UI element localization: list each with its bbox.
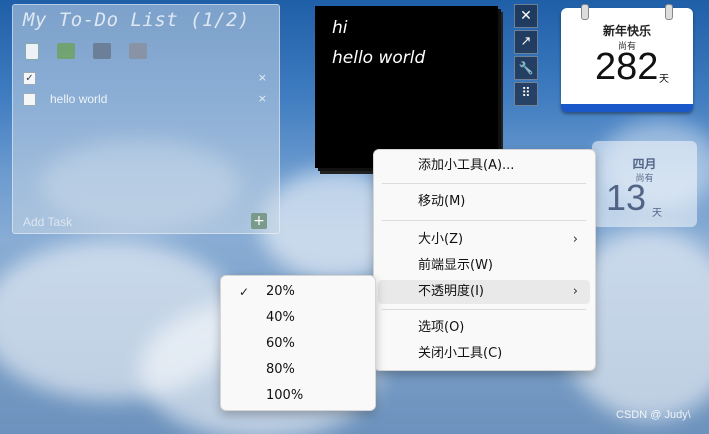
chevron-right-icon: › xyxy=(572,232,578,247)
watermark-text: CSDN @ Judy\ xyxy=(616,409,691,421)
desktop-background: My To-Do List (1/2) ✓ hi × hello world ×… xyxy=(0,0,709,434)
menu-item-add-gadget[interactable]: 添加小工具(A)... xyxy=(378,154,590,178)
note-line: hello world xyxy=(332,48,426,68)
menu-separator xyxy=(382,183,586,184)
note-line: hi xyxy=(332,18,348,38)
task-row[interactable]: ✓ hi × xyxy=(23,69,269,87)
task-checkbox[interactable] xyxy=(23,92,36,106)
open-icon[interactable] xyxy=(57,43,75,59)
opacity-label: 80% xyxy=(266,362,295,377)
task-label: hello world xyxy=(50,92,108,106)
opacity-option-80[interactable]: 80% xyxy=(225,358,370,382)
drag-grip-icon[interactable]: ⠿ xyxy=(514,82,538,106)
menu-item-label: 大小(Z) xyxy=(418,232,464,247)
menu-item-label: 添加小工具(A)... xyxy=(418,158,515,173)
calendar-unit: 天 xyxy=(659,74,669,85)
delete-task-icon[interactable]: × xyxy=(258,92,267,105)
menu-separator xyxy=(382,309,586,310)
save-icon[interactable] xyxy=(93,43,111,59)
task-checkbox[interactable]: ✓ xyxy=(23,71,36,85)
checkmark-icon: ✓ xyxy=(239,285,250,299)
menu-item-label: 不透明度(I) xyxy=(418,284,484,299)
calendar-days: 282 xyxy=(595,46,659,88)
calendar-ring xyxy=(665,4,673,20)
opacity-option-20[interactable]: ✓ 20% xyxy=(225,280,370,304)
todo-toolbar xyxy=(25,43,147,60)
calendar-title: 四月 xyxy=(632,157,657,171)
menu-item-opacity[interactable]: 不透明度(I) › xyxy=(378,280,590,304)
add-task-button[interactable]: + xyxy=(251,213,267,229)
close-icon[interactable]: ✕ xyxy=(514,4,538,28)
menu-item-size[interactable]: 大小(Z) › xyxy=(378,228,590,252)
menu-item-options[interactable]: 选项(O) xyxy=(378,316,590,340)
countdown-calendar-faded[interactable]: 四月 尚有 13 天 xyxy=(592,141,697,227)
todo-gadget: My To-Do List (1/2) ✓ hi × hello world ×… xyxy=(12,4,280,234)
menu-item-move[interactable]: 移动(M) xyxy=(378,190,590,214)
countdown-calendar[interactable]: 新年快乐 尚有 282 天 xyxy=(561,4,693,112)
print-icon[interactable] xyxy=(129,43,147,59)
calendar-days: 13 xyxy=(606,177,647,218)
menu-item-close-gadget[interactable]: 关闭小工具(C) xyxy=(378,342,590,366)
todo-title: My To-Do List (1/2) xyxy=(23,9,250,31)
opacity-label: 100% xyxy=(266,388,304,403)
calendar-title: 新年快乐 xyxy=(602,24,651,38)
menu-item-label: 选项(O) xyxy=(418,320,465,335)
sticky-note[interactable]: hi hello world xyxy=(315,6,498,168)
chevron-right-icon: › xyxy=(572,284,578,299)
calendar-ring xyxy=(581,4,589,20)
new-icon[interactable] xyxy=(25,43,39,60)
gadget-context-menu: 添加小工具(A)... 移动(M) 大小(Z) › 前端显示(W) 不透明度(I… xyxy=(373,149,596,371)
menu-separator xyxy=(382,220,586,221)
opacity-label: 40% xyxy=(266,310,295,325)
menu-item-label: 前端显示(W) xyxy=(418,258,493,273)
calendar-unit: 天 xyxy=(652,208,662,219)
menu-item-always-on-top[interactable]: 前端显示(W) xyxy=(378,254,590,278)
opacity-option-40[interactable]: 40% xyxy=(225,306,370,330)
add-task-label[interactable]: Add Task xyxy=(23,215,72,229)
open-external-icon[interactable]: ↗ xyxy=(514,30,538,54)
task-row[interactable]: hello world × xyxy=(23,90,269,108)
opacity-submenu: ✓ 20% 40% 60% 80% 100% xyxy=(220,275,376,411)
menu-item-label: 关闭小工具(C) xyxy=(418,346,503,361)
delete-task-icon[interactable]: × xyxy=(258,71,267,84)
menu-item-label: 移动(M) xyxy=(418,194,466,209)
opacity-option-60[interactable]: 60% xyxy=(225,332,370,356)
wrench-icon[interactable]: 🔧 xyxy=(514,56,538,80)
opacity-label: 20% xyxy=(266,284,295,299)
opacity-label: 60% xyxy=(266,336,295,351)
opacity-option-100[interactable]: 100% xyxy=(225,384,370,408)
